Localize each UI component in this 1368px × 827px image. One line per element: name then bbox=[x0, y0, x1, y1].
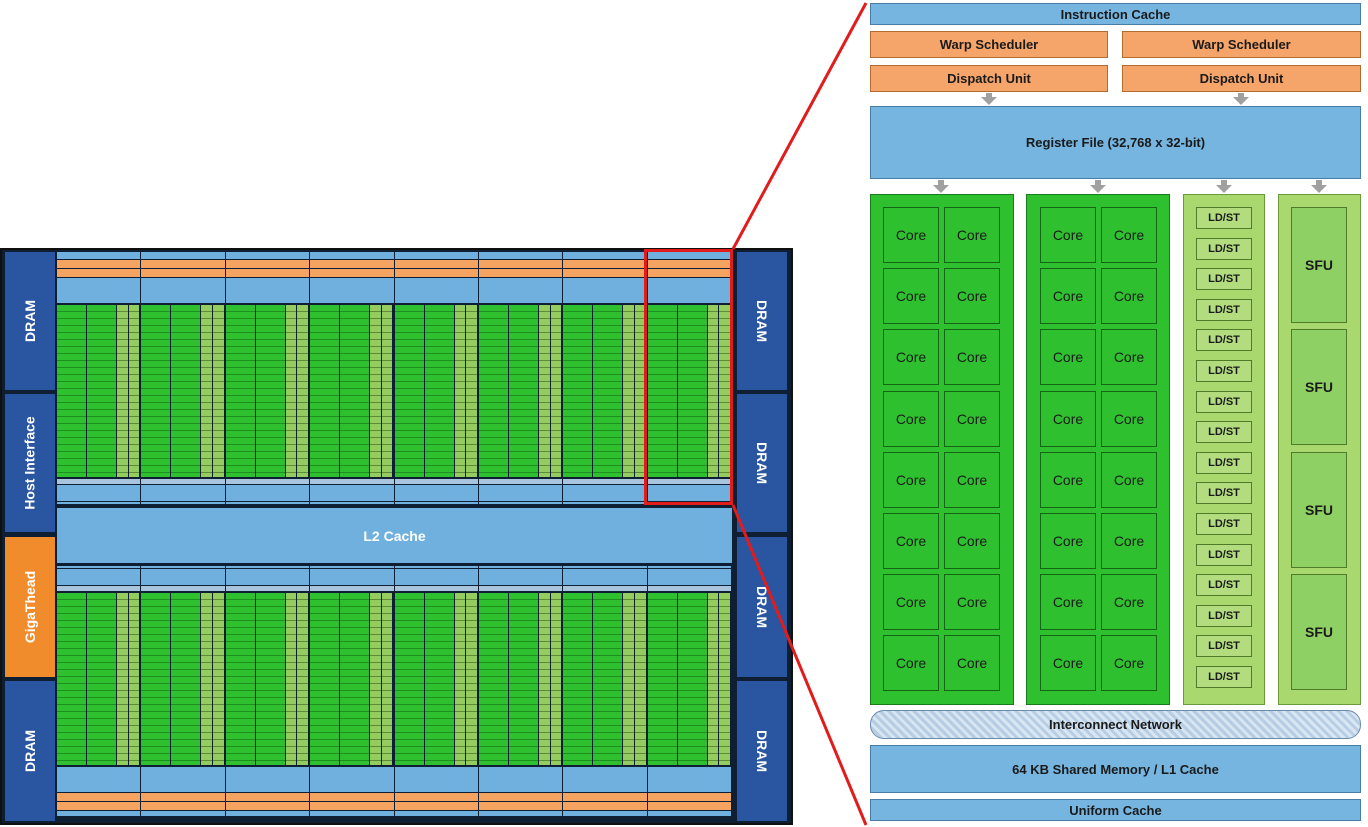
cuda-core: Core bbox=[944, 207, 1000, 263]
cuda-core: Core bbox=[883, 574, 939, 631]
cuda-core: Core bbox=[944, 268, 1000, 325]
cuda-core: Core bbox=[1101, 513, 1157, 569]
ldst-unit: LD/ST bbox=[1196, 329, 1252, 352]
interconnect-network: Interconnect Network bbox=[870, 710, 1361, 739]
shared-memory-label: 64 KB Shared Memory / L1 Cache bbox=[1012, 761, 1219, 777]
ldst-unit: LD/ST bbox=[1196, 237, 1252, 260]
ldst-unit: LD/ST bbox=[1196, 543, 1252, 566]
shared-memory-l1-cache: 64 KB Shared Memory / L1 Cache bbox=[870, 745, 1361, 793]
cuda-core: Core bbox=[883, 268, 939, 325]
ldst-unit: LD/ST bbox=[1196, 298, 1252, 321]
arrow-dispatch-2 bbox=[1233, 97, 1249, 105]
cuda-core: Core bbox=[1040, 635, 1096, 692]
cuda-core: Core bbox=[1101, 390, 1157, 447]
cuda-core: Core bbox=[1101, 329, 1157, 386]
cuda-core: Core bbox=[883, 513, 939, 569]
warp-scheduler-2-label: Warp Scheduler bbox=[1192, 37, 1291, 52]
register-file-label: Register File (32,768 x 32-bit) bbox=[1025, 135, 1206, 150]
dispatch-unit-1: Dispatch Unit bbox=[870, 65, 1108, 92]
cuda-core: Core bbox=[1040, 207, 1096, 263]
arrow-dispatch-1 bbox=[981, 97, 997, 105]
uniform-cache-label: Uniform Cache bbox=[1069, 802, 1162, 818]
ldst-unit: LD/ST bbox=[1196, 268, 1252, 291]
cuda-core: Core bbox=[1040, 513, 1096, 569]
ldst-unit: LD/ST bbox=[1196, 604, 1252, 627]
ldst-unit: LD/ST bbox=[1196, 360, 1252, 382]
cuda-core: Core bbox=[883, 207, 939, 263]
zoom-line-top bbox=[731, 2, 868, 250]
cuda-core: Core bbox=[1040, 451, 1096, 508]
cuda-core: Core bbox=[1040, 268, 1096, 325]
instruction-cache-label: Instruction Cache bbox=[1060, 6, 1171, 22]
cuda-core: Core bbox=[1040, 329, 1096, 386]
cuda-core: Core bbox=[944, 451, 1000, 508]
cuda-core: Core bbox=[883, 390, 939, 447]
cuda-core: Core bbox=[944, 635, 1000, 692]
dispatch-unit-2-label: Dispatch Unit bbox=[1199, 71, 1284, 86]
cuda-core: Core bbox=[944, 390, 1000, 447]
cuda-core: Core bbox=[883, 451, 939, 508]
ldst-unit: LD/ST bbox=[1196, 666, 1252, 688]
ldst-unit: LD/ST bbox=[1196, 574, 1252, 597]
arrow-core-group-1 bbox=[933, 185, 949, 193]
ldst-unit: LD/ST bbox=[1196, 513, 1252, 535]
cuda-core: Core bbox=[1101, 268, 1157, 325]
uniform-cache: Uniform Cache bbox=[870, 799, 1361, 821]
ldst-unit: LD/ST bbox=[1196, 482, 1252, 505]
warp-scheduler-1: Warp Scheduler bbox=[870, 31, 1108, 58]
cuda-core: Core bbox=[1101, 635, 1157, 692]
zoom-line-bottom bbox=[731, 504, 868, 826]
cuda-core: Core bbox=[1040, 574, 1096, 631]
cuda-core: Core bbox=[944, 329, 1000, 386]
sfu-unit: SFU bbox=[1291, 451, 1347, 568]
sfu-unit: SFU bbox=[1291, 574, 1347, 691]
warp-scheduler-1-label: Warp Scheduler bbox=[939, 37, 1039, 52]
cuda-core: Core bbox=[1101, 451, 1157, 508]
ldst-unit: LD/ST bbox=[1196, 390, 1252, 413]
register-file: Register File (32,768 x 32-bit) bbox=[870, 106, 1361, 179]
arrow-sfu-group bbox=[1311, 185, 1327, 193]
dispatch-unit-1-label: Dispatch Unit bbox=[947, 71, 1031, 86]
cuda-core: Core bbox=[883, 329, 939, 386]
cuda-core: Core bbox=[1101, 207, 1157, 263]
cuda-core: Core bbox=[944, 513, 1000, 569]
cuda-core: Core bbox=[1101, 574, 1157, 631]
ldst-unit: LD/ST bbox=[1196, 635, 1252, 658]
arrow-ldst-group bbox=[1216, 185, 1232, 193]
dispatch-unit-2: Dispatch Unit bbox=[1122, 65, 1361, 92]
warp-scheduler-2: Warp Scheduler bbox=[1122, 31, 1361, 58]
instruction-cache: Instruction Cache bbox=[870, 3, 1361, 25]
ldst-unit: LD/ST bbox=[1196, 451, 1252, 474]
sfu-unit: SFU bbox=[1291, 207, 1347, 323]
cuda-core: Core bbox=[883, 635, 939, 692]
cuda-core: Core bbox=[1040, 390, 1096, 447]
ldst-unit: LD/ST bbox=[1196, 421, 1252, 444]
ldst-unit: LD/ST bbox=[1196, 207, 1252, 229]
cuda-core: Core bbox=[944, 574, 1000, 631]
sfu-unit: SFU bbox=[1291, 329, 1347, 446]
interconnect-network-label: Interconnect Network bbox=[1049, 717, 1182, 732]
arrow-core-group-2 bbox=[1090, 185, 1106, 193]
